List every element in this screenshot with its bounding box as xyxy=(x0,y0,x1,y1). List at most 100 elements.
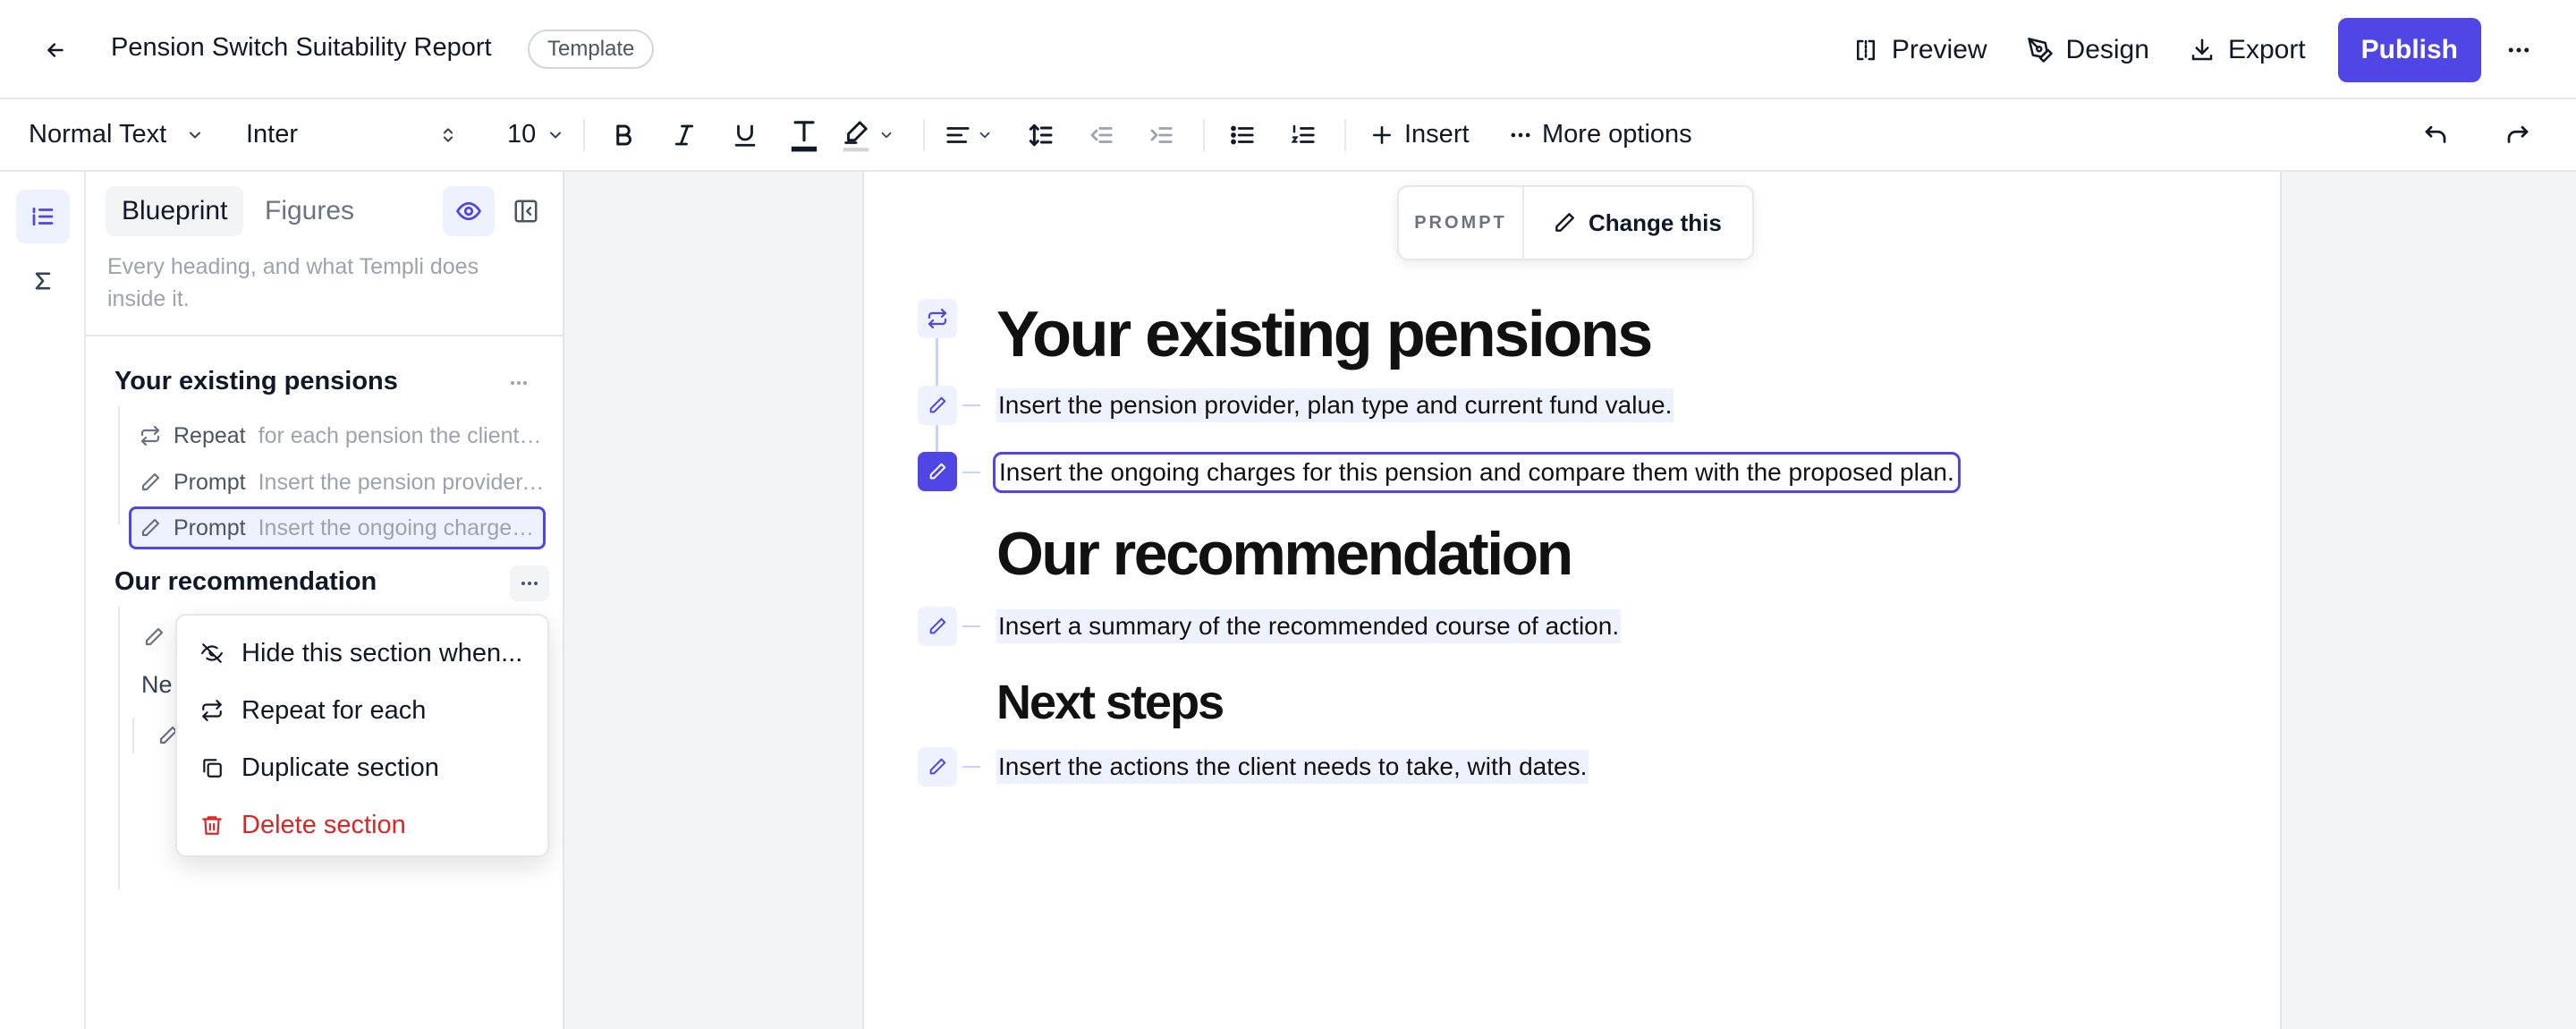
line-spacing-button[interactable] xyxy=(1026,99,1055,170)
text-style-select[interactable]: Normal Text xyxy=(29,99,204,170)
pencil-icon xyxy=(141,472,160,491)
insert-label: Insert xyxy=(1404,120,1470,149)
heading-next-steps[interactable]: Next steps xyxy=(996,678,1224,727)
prompt-paragraph[interactable]: Insert the pension provider, plan type a… xyxy=(996,388,1674,422)
prompt-popover: PROMPT Change this xyxy=(1397,185,1754,260)
section-title[interactable]: Your existing pensions xyxy=(114,367,398,396)
prompt-paragraph[interactable]: Insert a summary of the recommended cour… xyxy=(996,609,1622,643)
text-color-button[interactable] xyxy=(789,99,819,170)
blueprint-item[interactable]: Repeat for each pension the client holds xyxy=(129,414,546,457)
menu-item-duplicate[interactable]: Duplicate section xyxy=(177,739,547,796)
design-label: Design xyxy=(2065,35,2149,64)
item-kind: Prompt xyxy=(174,469,246,495)
more-options-button[interactable]: More options xyxy=(1508,99,1692,170)
menu-item-label: Delete section xyxy=(242,810,406,839)
undo-button[interactable] xyxy=(2422,99,2449,170)
chevron-down-icon xyxy=(881,132,892,138)
outdent-button[interactable] xyxy=(1088,99,1114,170)
panel-collapse-icon xyxy=(514,200,538,223)
chevron-down-icon xyxy=(190,132,201,138)
sidebar-item-label-obscured: Ne xyxy=(141,671,173,698)
toolbar-divider xyxy=(923,119,925,151)
sidebar-description: Every heading, and what Templi does insi… xyxy=(107,254,479,311)
undo-icon xyxy=(2425,125,2446,143)
item-description: for each pension the client holds xyxy=(258,422,546,448)
blueprint-sidebar: Blueprint Figures Every heading, and wha… xyxy=(86,172,564,1029)
align-button[interactable] xyxy=(945,99,993,170)
italic-button[interactable] xyxy=(671,99,698,170)
pencil-icon xyxy=(141,518,160,537)
item-description: Insert the ongoing charges for this pens… xyxy=(258,514,543,540)
tree-connector xyxy=(118,607,120,889)
heading-existing-pensions[interactable]: Your existing pensions xyxy=(996,302,1653,367)
preview-button[interactable]: Preview xyxy=(1833,18,2007,82)
plus-icon xyxy=(1373,125,1391,144)
line-height-icon xyxy=(1029,123,1053,146)
toggle-visibility-button[interactable] xyxy=(443,186,495,236)
underline-icon xyxy=(734,124,756,147)
blueprint-item[interactable]: Prompt Insert the pension provider, plan… xyxy=(129,461,546,504)
prompt-block-badge[interactable] xyxy=(918,747,957,787)
eye-off-icon xyxy=(201,643,223,663)
bullet-list-icon xyxy=(1231,125,1254,144)
pencil-icon xyxy=(1555,213,1574,232)
underline-button[interactable] xyxy=(732,99,758,170)
repeat-block-badge[interactable] xyxy=(918,299,957,338)
gutter-tick xyxy=(962,766,980,768)
export-button[interactable]: Export xyxy=(2169,18,2326,82)
font-size-value: 10 xyxy=(507,120,537,149)
document-title[interactable]: Pension Switch Suitability Report xyxy=(111,33,492,63)
rail-sigma-button[interactable] xyxy=(16,254,70,308)
gutter-tick xyxy=(962,404,980,406)
menu-item-delete[interactable]: Delete section xyxy=(177,796,547,854)
prompt-block-badge[interactable] xyxy=(918,607,957,646)
bullet-list-button[interactable] xyxy=(1229,99,1256,170)
more-horizontal-icon xyxy=(2508,47,2529,53)
section-more-button-open[interactable] xyxy=(510,566,549,601)
section-more-button[interactable] xyxy=(499,365,538,401)
bold-icon xyxy=(616,124,631,145)
text-color-icon xyxy=(791,120,818,151)
menu-item-hide-section[interactable]: Hide this section when... xyxy=(177,625,547,682)
trash-icon xyxy=(202,816,222,835)
publish-button[interactable]: Publish xyxy=(2337,18,2481,82)
prompt-block-badge[interactable] xyxy=(918,386,957,425)
menu-item-repeat[interactable]: Repeat for each xyxy=(177,682,547,739)
more-horizontal-icon xyxy=(511,381,527,385)
blueprint-item-selected[interactable]: Prompt Insert the ongoing charges for th… xyxy=(129,506,546,549)
chevron-down-icon xyxy=(979,132,990,138)
section-title[interactable]: Our recommendation xyxy=(114,567,377,597)
rail-blueprint-button[interactable] xyxy=(16,190,70,243)
download-icon xyxy=(2191,38,2213,61)
pencil-icon xyxy=(929,617,946,634)
prompt-block-badge-active[interactable] xyxy=(918,452,957,491)
highlight-button[interactable] xyxy=(841,99,894,170)
repeat-icon xyxy=(928,308,947,329)
align-left-icon xyxy=(946,126,970,143)
copy-icon xyxy=(203,759,222,778)
tab-figures[interactable]: Figures xyxy=(249,186,370,236)
tree-connector xyxy=(118,406,120,524)
change-this-button[interactable]: Change this xyxy=(1524,187,1752,259)
collapse-sidebar-button[interactable] xyxy=(500,186,552,236)
redo-button[interactable] xyxy=(2504,99,2531,170)
numbered-list-button[interactable] xyxy=(1290,99,1317,170)
gutter-tick xyxy=(962,625,980,627)
toolbar-divider xyxy=(583,119,585,151)
indent-icon xyxy=(1150,126,1173,143)
more-menu-button[interactable] xyxy=(2492,18,2546,82)
toolbar-divider xyxy=(1203,119,1205,151)
tab-blueprint[interactable]: Blueprint xyxy=(106,186,244,236)
design-button[interactable]: Design xyxy=(2007,18,2169,82)
menu-item-label: Hide this section when... xyxy=(242,638,523,668)
item-kind: Repeat xyxy=(174,422,246,448)
prompt-paragraph-selected[interactable]: Insert the ongoing charges for this pens… xyxy=(993,452,1961,493)
back-button[interactable] xyxy=(34,32,77,68)
bold-button[interactable] xyxy=(610,99,637,170)
font-family-select[interactable]: Inter xyxy=(246,99,457,170)
indent-button[interactable] xyxy=(1148,99,1174,170)
font-size-select[interactable]: 10 xyxy=(507,99,564,170)
heading-our-recommendation[interactable]: Our recommendation xyxy=(996,523,1573,584)
prompt-paragraph[interactable]: Insert the actions the client needs to t… xyxy=(996,750,1589,784)
insert-button[interactable]: Insert xyxy=(1370,99,1470,170)
